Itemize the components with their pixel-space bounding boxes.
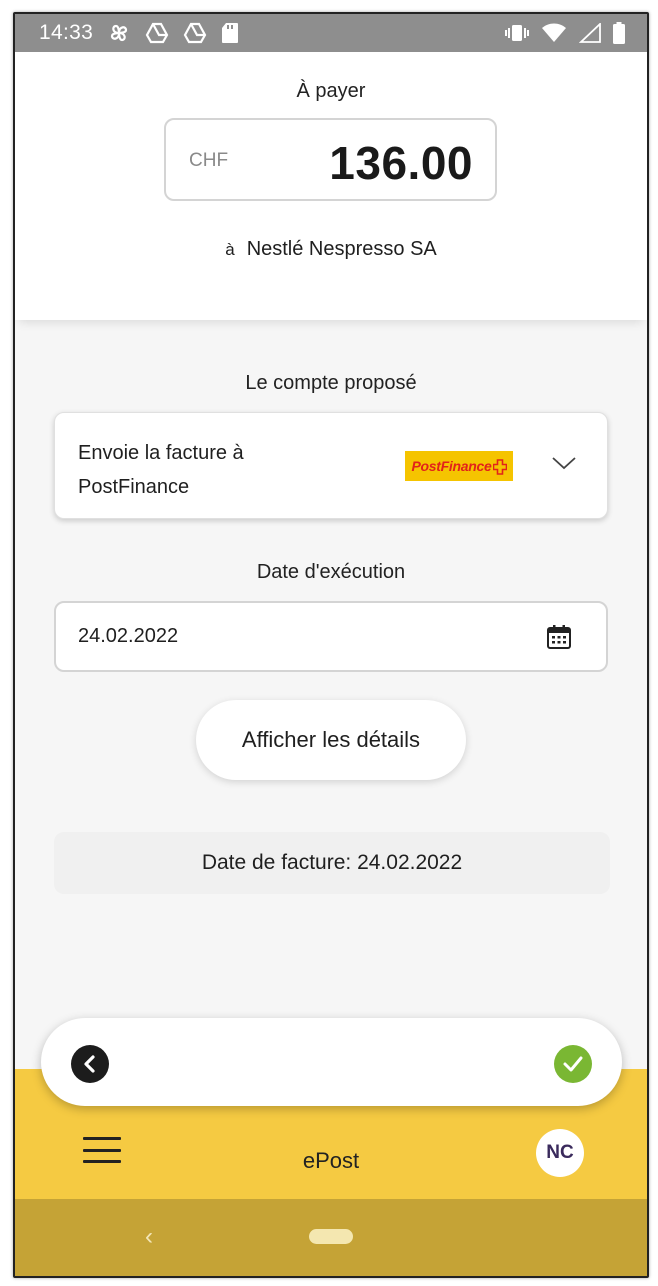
show-details-button[interactable]: Afficher les détails <box>196 700 466 780</box>
drive-icon <box>183 22 207 44</box>
nav-back-icon[interactable]: ‹ <box>145 1223 153 1251</box>
amount-value: 136.00 <box>329 137 473 189</box>
phone-screen: 14:33 À payer CHF 136.00 à Nestlé Nespre… <box>13 12 649 1278</box>
nav-home-pill[interactable] <box>309 1229 353 1244</box>
postfinance-logo: PostFinance <box>405 451 513 481</box>
currency-label: CHF <box>189 150 229 171</box>
payee-line: à Nestlé Nespresso SA <box>15 238 647 261</box>
payment-summary-card: À payer CHF 136.00 à Nestlé Nespresso SA <box>15 52 647 320</box>
amount-label: À payer <box>296 80 366 102</box>
execution-date-field[interactable]: 24.02.2022 <box>54 601 608 672</box>
sd-card-icon <box>221 22 239 44</box>
checkmark-icon <box>563 1056 583 1072</box>
postfinance-logo-text: PostFinance <box>411 458 492 474</box>
account-value: Envoie la facture à PostFinance <box>78 436 308 504</box>
status-bar: 14:33 <box>15 14 647 52</box>
account-dropdown[interactable]: Envoie la facture à PostFinance PostFina… <box>54 412 608 519</box>
payee-prefix: à <box>225 240 235 259</box>
account-value-line1: Envoie la facture à <box>78 442 244 464</box>
payee-name: Nestlé Nespresso SA <box>246 238 437 260</box>
calendar-icon[interactable] <box>546 624 572 655</box>
vibrate-icon <box>505 23 529 43</box>
chevron-down-icon[interactable] <box>551 455 577 476</box>
status-time: 14:33 <box>39 21 94 44</box>
confirm-button[interactable] <box>554 1045 592 1083</box>
chevron-left-icon <box>84 1055 95 1073</box>
wifi-icon <box>541 23 567 43</box>
drive-icon <box>145 22 169 44</box>
action-bar <box>41 1018 622 1106</box>
battery-icon <box>613 22 625 44</box>
account-value-line2: PostFinance <box>78 476 190 498</box>
pinwheel-icon <box>107 21 131 45</box>
invoice-date-info: Date de facture: 24.02.2022 <box>54 832 610 894</box>
amount-display: CHF 136.00 <box>164 118 497 201</box>
system-navigation-bar: ‹ <box>15 1199 647 1276</box>
back-button[interactable] <box>71 1045 109 1083</box>
avatar[interactable]: NC <box>536 1129 584 1177</box>
execution-date-value: 24.02.2022 <box>78 625 179 647</box>
execution-date-label: Date d'exécution <box>256 561 406 583</box>
signal-icon <box>579 23 601 43</box>
account-label: Le compte proposé <box>245 372 417 394</box>
swiss-cross-icon <box>493 458 508 475</box>
